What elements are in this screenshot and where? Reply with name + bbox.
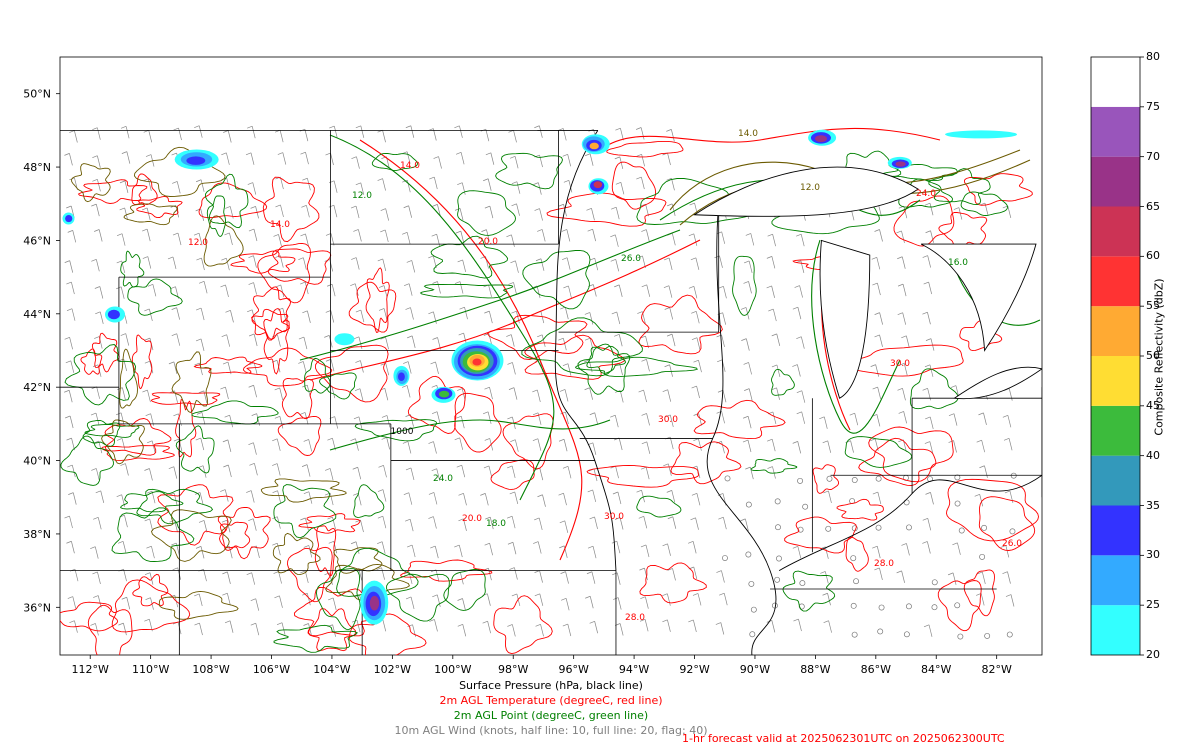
lon-tick-label: 82°W [981, 663, 1011, 676]
colorbar-segment [1091, 306, 1140, 356]
colorbar-tick-label: 40 [1146, 448, 1160, 462]
colorbar-tick-label: 80 [1146, 50, 1160, 63]
lat-tick-label: 38°N [23, 528, 51, 541]
lon-tick-label: 112°W [72, 663, 109, 676]
colorbar-segment [1091, 555, 1140, 606]
lon-tick-label: 94°W [619, 663, 649, 676]
lat-tick-label: 50°N [23, 88, 51, 101]
contour-label: 24.0 [916, 189, 936, 199]
reflectivity-colorbar [1090, 56, 1144, 656]
contour-label: 12.0 [800, 183, 820, 193]
contour-label: 20.0 [478, 237, 498, 247]
lon-tick-label: 92°W [679, 663, 709, 676]
lat-tick-label: 36°N [23, 601, 51, 614]
contour-label: 12.0 [188, 238, 208, 248]
lon-tick-label: 90°W [740, 663, 770, 676]
contour-label: 14.0 [400, 161, 420, 171]
colorbar-segment [1091, 206, 1140, 257]
pressure-caption: Surface Pressure (hPa, black line) [459, 679, 643, 692]
colorbar-segment [1091, 405, 1140, 456]
storm-cell [186, 156, 206, 165]
forecast-valid-time: 1-hr forecast valid at 2025062301UTC on … [682, 732, 1005, 745]
colorbar-tick-label: 65 [1146, 199, 1160, 213]
storm-cell [472, 358, 482, 366]
contour-label: 20.0 [462, 514, 482, 524]
colorbar-tick-label: 25 [1146, 598, 1160, 612]
storm-cell [814, 135, 827, 143]
lon-tick-label: 102°W [374, 663, 411, 676]
colorbar-tick-label: 60 [1146, 249, 1160, 263]
forecast-map-figure: 1000 12.0 14.0 20.0 30.0 30.0 24.0 26.0 24.0 26.0… [23, 56, 1144, 676]
lat-tick-label: 44°N [23, 308, 51, 321]
storm-cell [438, 390, 450, 398]
colorbar-segment [1091, 605, 1140, 655]
lon-tick-label: 98°W [498, 663, 528, 676]
lat-tick-label: 46°N [23, 234, 51, 247]
colorbar-segment [1091, 505, 1140, 556]
lat-tick-label: 42°N [23, 381, 51, 394]
lon-tick-label: 108°W [192, 663, 229, 676]
storm-cell [593, 181, 603, 189]
storm-cell [107, 309, 120, 320]
colorbar-segment [1091, 256, 1140, 307]
lon-tick-label: 84°W [921, 663, 951, 676]
lat-tick-label: 40°N [23, 455, 51, 468]
contour-label: 24.0 [433, 474, 453, 484]
colorbar-segment [1091, 106, 1140, 157]
contour-label: 28.0 [625, 613, 645, 623]
colorbar-tick-label: 35 [1146, 498, 1160, 512]
storm-cell [65, 214, 73, 223]
contour-label: 30.0 [604, 512, 624, 522]
colorbar-tick-label: 45 [1146, 398, 1160, 412]
colorbar-tick-label: 75 [1146, 99, 1160, 113]
lat-tick-label: 48°N [23, 161, 51, 174]
contour-label: 14.0 [270, 220, 290, 230]
contour-label: 14.0 [738, 129, 758, 139]
lon-tick-label: 86°W [861, 663, 891, 676]
temperature-caption: 2m AGL Temperature (degreeC, red line) [439, 694, 663, 707]
contour-label: 16.0 [948, 258, 968, 268]
lon-tick-label: 100°W [434, 663, 471, 676]
contour-label: 12.0 [352, 191, 372, 201]
colorbar-tick-label: 50 [1146, 349, 1160, 362]
lon-tick-label: 106°W [253, 663, 290, 676]
storm-cell [369, 595, 380, 611]
contour-label: 30.0 [658, 415, 678, 425]
storm-cell [589, 142, 599, 150]
storm-cell [895, 161, 906, 167]
contour-label: 1000 [391, 427, 414, 437]
colorbar-segment [1091, 455, 1140, 506]
map-plot-area: 1000 12.0 14.0 20.0 30.0 30.0 24.0 26.0 24.0 26.0… [59, 56, 1043, 656]
colorbar-segment [1091, 356, 1140, 406]
colorbar-tick-label: 70 [1146, 149, 1160, 163]
storm-cell [397, 372, 405, 382]
colorbar-tick-label: 20 [1146, 648, 1160, 661]
colorbar-tick-label: 30 [1146, 548, 1160, 562]
lon-tick-label: 96°W [558, 663, 588, 676]
colorbar-segment [1091, 57, 1140, 107]
colorbar-tick-label: 55 [1146, 299, 1160, 313]
colorbar-segment [1091, 156, 1140, 207]
contour-label: 26.0 [621, 254, 641, 264]
contour-label: 28.0 [874, 559, 894, 569]
storm-cell [945, 130, 1018, 139]
lon-tick-label: 88°W [800, 663, 830, 676]
lon-tick-label: 110°W [132, 663, 169, 676]
storm-cell [334, 333, 355, 346]
contour-label: 26.0 [1002, 539, 1022, 549]
dewpoint-caption: 2m AGL Point (degreeC, green line) [453, 709, 649, 722]
lon-tick-label: 104°W [313, 663, 350, 676]
map-frame [59, 56, 1043, 656]
contour-label: 18.0 [486, 519, 506, 529]
contour-label: 30.0 [890, 359, 910, 369]
